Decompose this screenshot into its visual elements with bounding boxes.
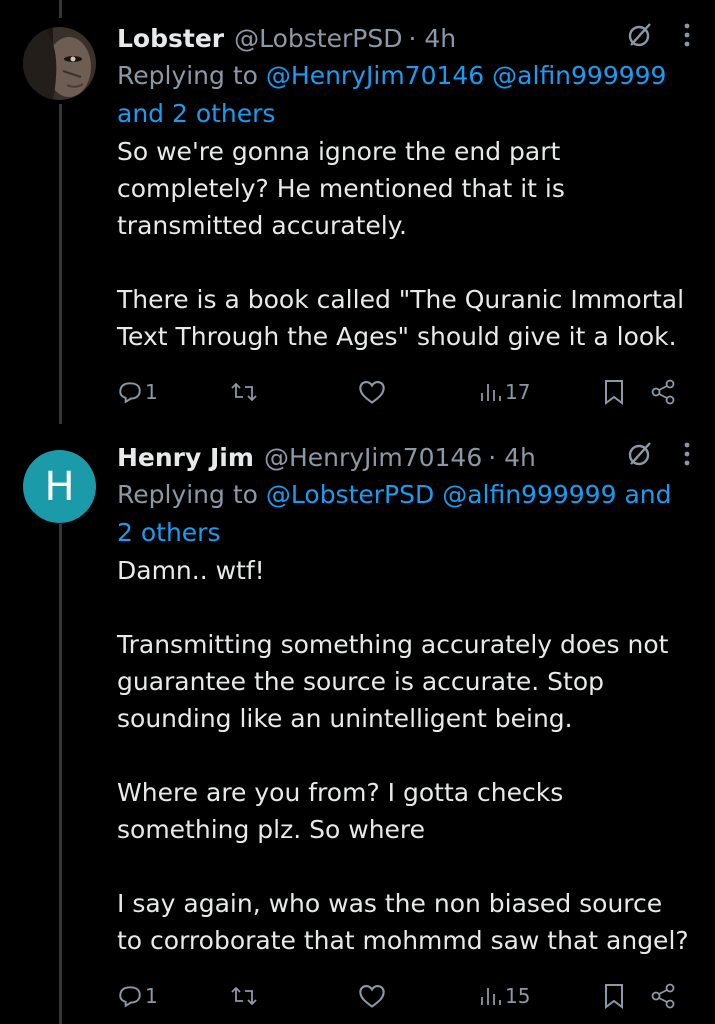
- handle[interactable]: @HenryJim70146: [264, 443, 482, 472]
- mention-link[interactable]: @HenryJim70146: [266, 61, 484, 90]
- action-bar: 1 17: [117, 374, 677, 410]
- bookmark-icon: [603, 379, 625, 405]
- tweet-text: Damn.. wtf! Transmitting something accur…: [117, 556, 689, 955]
- bookmark-icon: [603, 983, 625, 1009]
- display-name[interactable]: Henry Jim: [117, 443, 254, 472]
- display-name[interactable]: Lobster: [117, 24, 224, 53]
- replying-to: Replying to @HenryJim70146 @alfin999999 …: [117, 57, 692, 133]
- replying-to: Replying to @LobsterPSD @alfin999999 and…: [117, 476, 692, 552]
- share-button[interactable]: [649, 374, 677, 410]
- views-count: 15: [505, 984, 531, 1008]
- share-icon: [649, 379, 677, 405]
- grok-icon[interactable]: [626, 21, 654, 55]
- others-link[interactable]: 2 others: [117, 518, 220, 547]
- action-bar: 1 15: [117, 978, 677, 1014]
- more-icon[interactable]: [682, 441, 692, 473]
- avatar[interactable]: H: [23, 450, 96, 523]
- avatar[interactable]: [23, 27, 96, 100]
- like-button[interactable]: [358, 978, 386, 1014]
- tweet-lobster[interactable]: Lobster @LobsterPSD · 4h Replying to @He…: [0, 0, 715, 420]
- reply-icon: [117, 379, 143, 405]
- views-count: 17: [505, 380, 531, 404]
- like-icon: [358, 379, 386, 405]
- reply-icon: [117, 983, 143, 1009]
- tweet-text: So we're gonna ignore the end part compl…: [117, 137, 685, 351]
- bookmark-button[interactable]: [603, 978, 625, 1014]
- tweet-header: Henry Jim @HenryJim70146 · 4h: [117, 438, 692, 476]
- retweet-button[interactable]: [229, 374, 259, 410]
- mention-link[interactable]: @LobsterPSD: [266, 480, 434, 509]
- share-icon: [649, 983, 677, 1009]
- handle[interactable]: @LobsterPSD: [234, 24, 402, 53]
- avatar-letter: H: [44, 463, 75, 510]
- views-icon: [479, 379, 503, 405]
- like-button[interactable]: [358, 374, 386, 410]
- views-icon: [479, 983, 503, 1009]
- timestamp[interactable]: · 4h: [488, 443, 536, 472]
- share-button[interactable]: [649, 978, 677, 1014]
- replying-label: Replying to: [117, 480, 258, 509]
- tweet-henry[interactable]: H Henry Jim @HenryJim70146 · 4h Replying…: [0, 420, 715, 1024]
- reply-button[interactable]: 1: [117, 978, 158, 1014]
- others-link[interactable]: and 2 others: [117, 99, 275, 128]
- reply-button[interactable]: 1: [117, 374, 158, 410]
- views-button[interactable]: 15: [479, 978, 530, 1014]
- reply-count: 1: [145, 984, 158, 1008]
- mention-link[interactable]: @alfin999999: [492, 61, 666, 90]
- grok-icon[interactable]: [626, 440, 654, 474]
- views-button[interactable]: 17: [479, 374, 530, 410]
- retweet-icon: [229, 379, 259, 405]
- retweet-button[interactable]: [229, 978, 259, 1014]
- mention-link[interactable]: @alfin999999 and: [442, 480, 671, 509]
- like-icon: [358, 983, 386, 1009]
- timestamp[interactable]: · 4h: [408, 24, 456, 53]
- more-icon[interactable]: [682, 22, 692, 54]
- reply-count: 1: [145, 380, 158, 404]
- retweet-icon: [229, 983, 259, 1009]
- bookmark-button[interactable]: [603, 374, 625, 410]
- replying-label: Replying to: [117, 61, 258, 90]
- tweet-header: Lobster @LobsterPSD · 4h: [117, 19, 692, 57]
